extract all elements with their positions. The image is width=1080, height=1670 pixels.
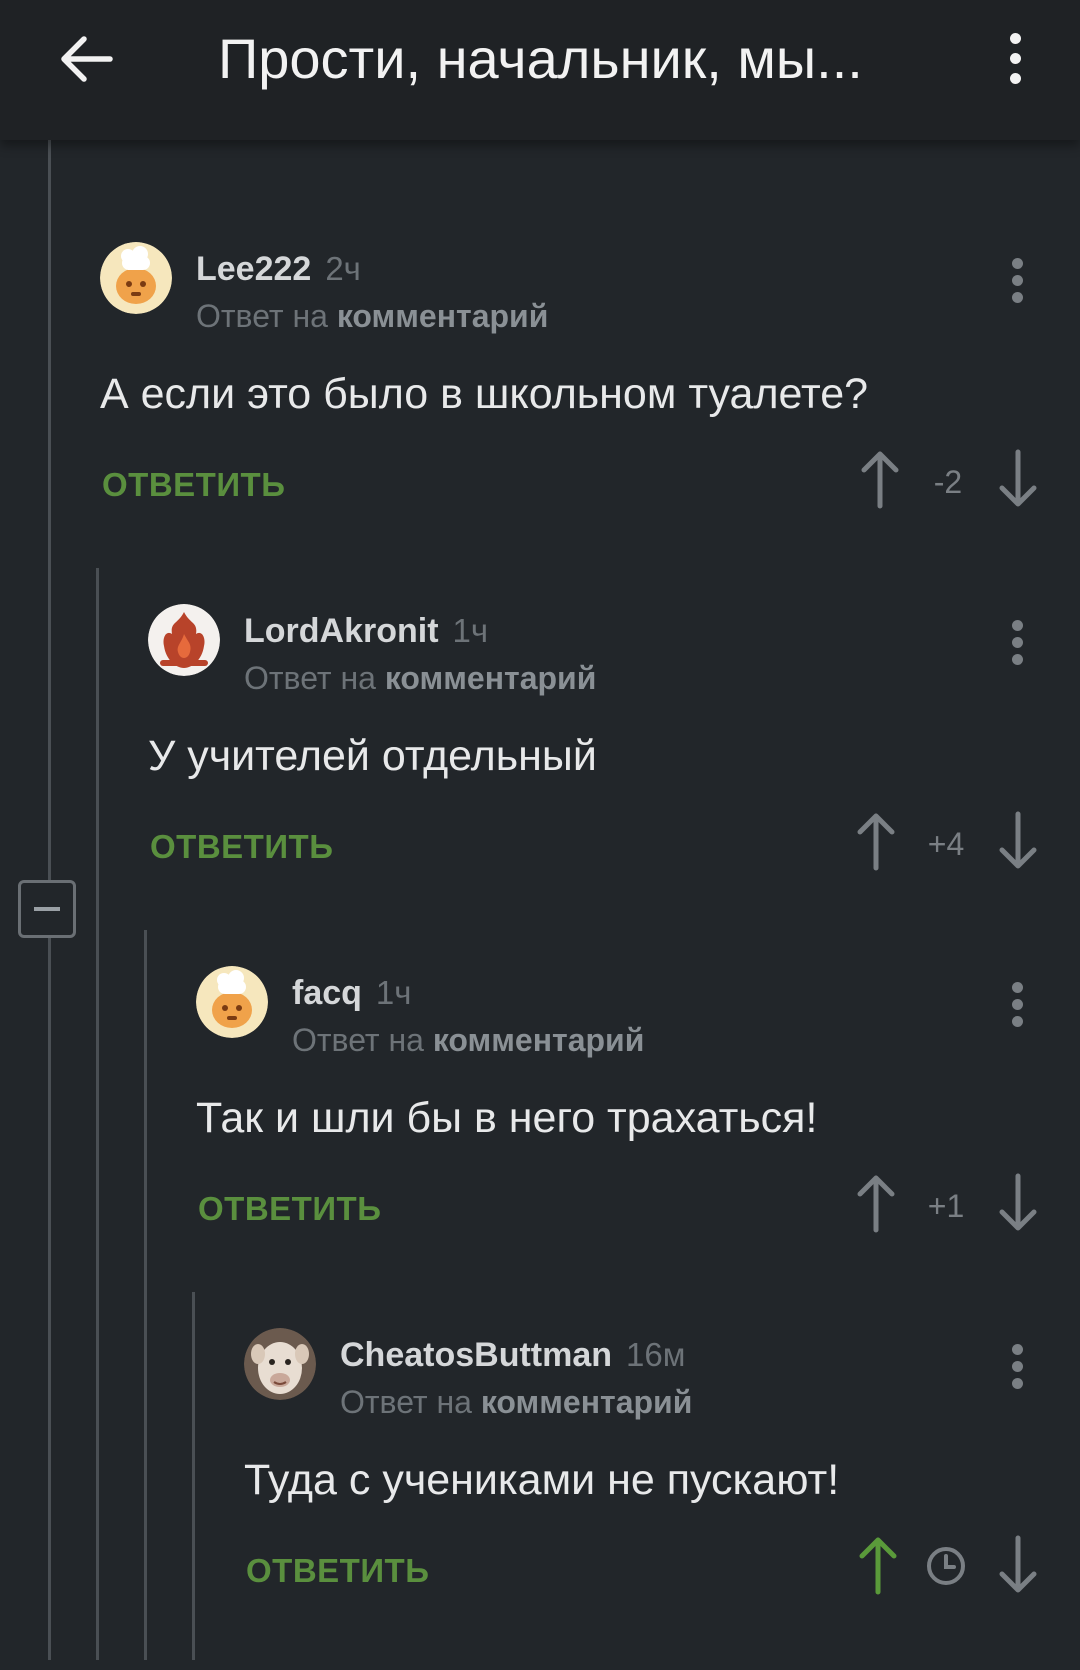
- thread-line: [48, 140, 51, 880]
- comment-text: Так и шли бы в него трахаться!: [196, 1094, 818, 1142]
- reply-to-info: Ответ на комментарий: [292, 1022, 645, 1058]
- vote-score: -2: [933, 464, 963, 500]
- collapse-thread-button[interactable]: [18, 880, 76, 938]
- comment-more-icon[interactable]: [1002, 976, 1032, 1036]
- back-arrow-icon[interactable]: [52, 24, 122, 94]
- reply-button[interactable]: ОТВЕТИТЬ: [150, 828, 333, 866]
- comment-more-icon[interactable]: [1002, 614, 1032, 674]
- comment-author[interactable]: Lee222 2ч: [196, 250, 361, 289]
- reply-to-link[interactable]: комментарий: [433, 1022, 645, 1058]
- more-options-icon[interactable]: [990, 24, 1040, 94]
- reply-button[interactable]: ОТВЕТИТЬ: [246, 1552, 429, 1590]
- reply-to-info: Ответ на комментарий: [244, 660, 597, 696]
- comment-text: А если это было в школьном туалете?: [100, 370, 869, 418]
- thread-line: [144, 930, 147, 1660]
- page-title: Прости, начальник, мы...: [218, 27, 863, 90]
- comment-more-icon[interactable]: [1002, 1338, 1032, 1398]
- alpaca-photo-avatar[interactable]: [244, 1328, 316, 1400]
- chef-hat-avatar[interactable]: [196, 966, 268, 1038]
- downvote-arrow-icon[interactable]: [996, 1170, 1040, 1236]
- comment: Lee222 2ч Ответ на комментарий А если это…: [100, 242, 1050, 522]
- comment-age: 1ч: [375, 974, 412, 1011]
- flame-avatar[interactable]: [148, 604, 220, 676]
- downvote-arrow-icon[interactable]: [996, 808, 1040, 874]
- reply-to-info: Ответ на комментарий: [196, 298, 549, 334]
- comment: facq 1ч Ответ на комментарий Так и шли бы…: [196, 966, 1050, 1246]
- reply-button[interactable]: ОТВЕТИТЬ: [198, 1190, 381, 1228]
- comment-more-icon[interactable]: [1002, 252, 1032, 312]
- reply-to-link[interactable]: комментарий: [385, 660, 597, 696]
- reply-to-link[interactable]: комментарий: [481, 1384, 693, 1420]
- reply-to-info: Ответ на комментарий: [340, 1384, 693, 1420]
- upvote-arrow-icon[interactable]: [854, 808, 898, 874]
- reply-button[interactable]: ОТВЕТИТЬ: [102, 466, 285, 504]
- comment-author[interactable]: facq 1ч: [292, 974, 411, 1013]
- comment-text: У учителей отдельный: [148, 732, 597, 780]
- comment: CheatosButtman 16м Ответ на комментарий Т…: [244, 1328, 1050, 1608]
- comment-author[interactable]: CheatosButtman 16м: [340, 1336, 685, 1375]
- comment-age: 2ч: [325, 250, 361, 287]
- thread-line: [48, 938, 51, 1660]
- thread-line: [192, 1292, 195, 1660]
- upvote-arrow-icon[interactable]: [854, 1170, 898, 1236]
- comment: LordAkronit 1ч Ответ на комментарий У учи…: [148, 604, 1050, 884]
- comment-text: Туда с учениками не пускают!: [244, 1456, 840, 1504]
- clock-icon: [924, 1544, 968, 1588]
- reply-to-link[interactable]: комментарий: [337, 298, 549, 334]
- comment-author[interactable]: LordAkronit 1ч: [244, 612, 488, 651]
- downvote-arrow-icon[interactable]: [996, 1532, 1040, 1598]
- comment-age: 16м: [626, 1336, 686, 1373]
- chef-hat-avatar[interactable]: [100, 242, 172, 314]
- upvote-arrow-icon[interactable]: [856, 1532, 900, 1598]
- comment-age: 1ч: [452, 612, 489, 649]
- upvote-arrow-icon[interactable]: [858, 446, 902, 512]
- vote-score: +1: [927, 1188, 965, 1224]
- app-bar: Прости, начальник, мы...: [0, 0, 1080, 140]
- vote-score: +4: [927, 826, 965, 862]
- thread-line: [96, 568, 99, 1660]
- downvote-arrow-icon[interactable]: [996, 446, 1040, 512]
